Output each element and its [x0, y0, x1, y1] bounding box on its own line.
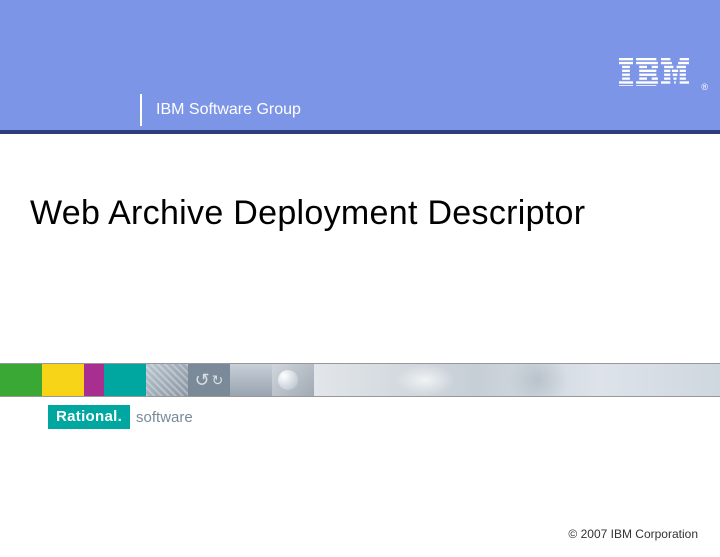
strip-yellow — [42, 364, 84, 396]
strip-teal — [104, 364, 146, 396]
rational-logo: Rational. — [48, 405, 130, 429]
page-title: Web Archive Deployment Descriptor — [0, 134, 720, 233]
header-banner: ® IBM Software Group — [0, 0, 720, 130]
software-label: software — [136, 409, 193, 426]
strip-gradient-1 — [230, 364, 272, 396]
copyright-text: © 2007 IBM Corporation — [568, 527, 698, 541]
decorative-color-strip: ↺↻ — [0, 363, 720, 397]
strip-arrows-icon: ↺↻ — [188, 364, 230, 396]
header-divider — [140, 94, 142, 126]
rational-branding: Rational. software — [48, 405, 193, 429]
strip-magenta — [84, 364, 104, 396]
ibm-logo-icon — [618, 58, 690, 91]
group-label: IBM Software Group — [156, 101, 301, 119]
strip-texture-1 — [146, 364, 188, 396]
strip-green — [0, 364, 42, 396]
strip-sphere-icon — [272, 364, 314, 396]
strip-photo-blur — [314, 364, 720, 396]
